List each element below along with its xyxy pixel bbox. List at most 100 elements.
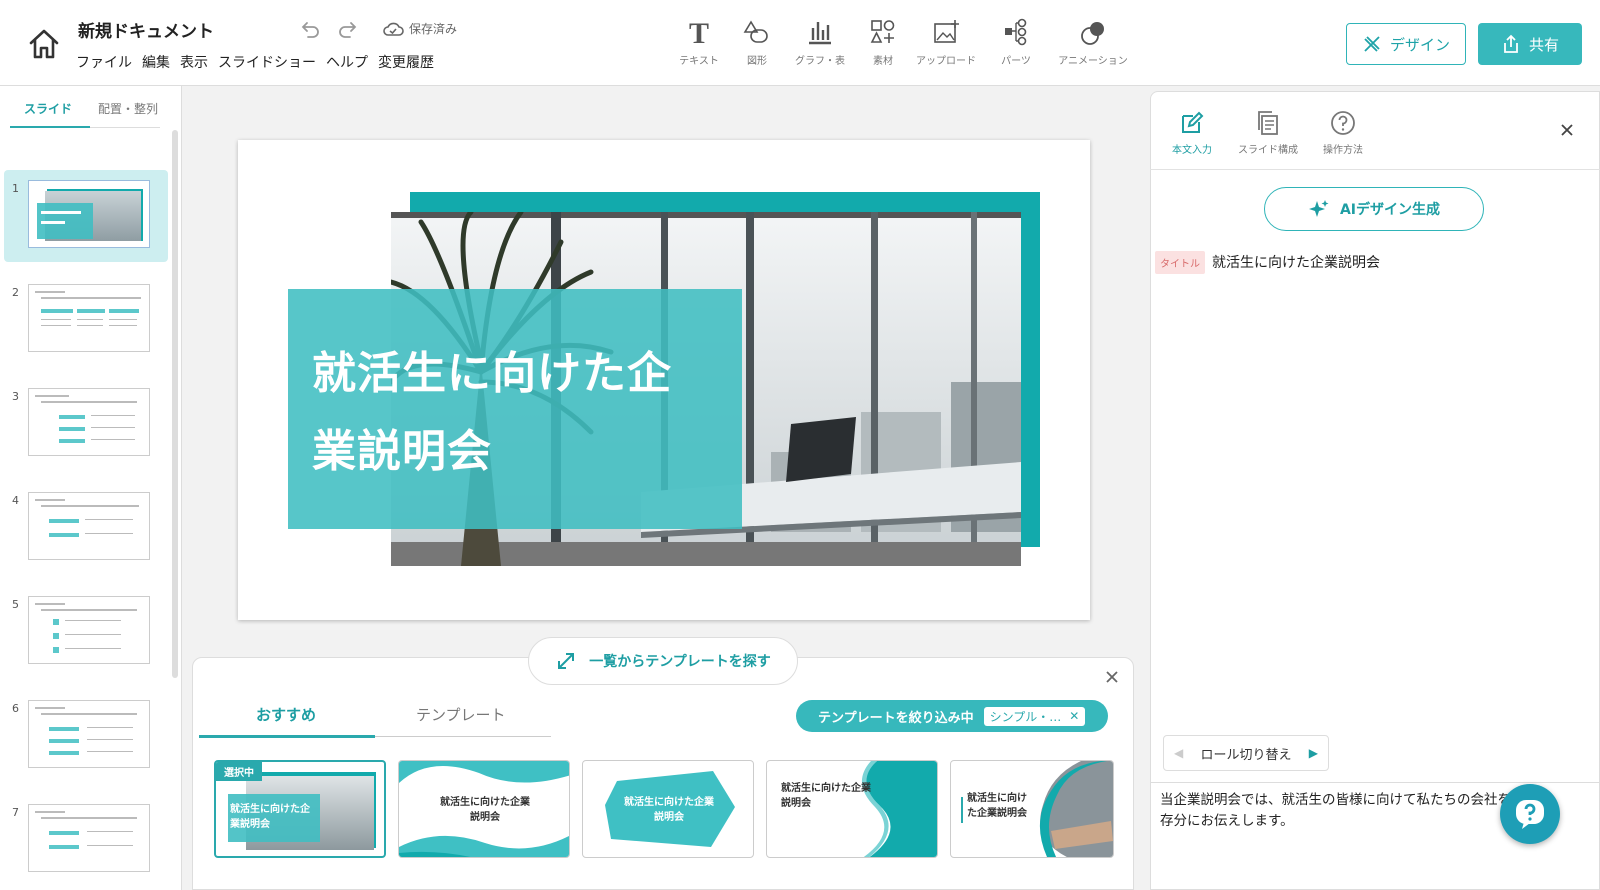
cloud-check-icon: [382, 21, 404, 37]
tab-how-to[interactable]: 操作方法: [1308, 110, 1378, 156]
card-title: 就活生に向けた企業 説明会: [624, 797, 714, 823]
ai-button-label: AIデザイン生成: [1339, 202, 1441, 218]
card-title: 就活生に向けた企業 説明会: [781, 783, 871, 809]
tool-parts[interactable]: パーツ: [983, 18, 1049, 67]
template-card-5[interactable]: 就活生に向け た企業説明会: [950, 760, 1114, 858]
role-switch[interactable]: ◀ ロール切り替え ▶: [1163, 735, 1329, 771]
design-tools-icon: [1362, 34, 1382, 54]
expand-icon: [555, 650, 577, 672]
slide-thumbnail-4[interactable]: 4: [4, 482, 168, 574]
close-icon[interactable]: [1560, 123, 1574, 137]
save-status: 保存済み: [382, 20, 457, 37]
tab-label: スライド構成: [1238, 145, 1298, 156]
title-text-entry[interactable]: 就活生に向けた企業説明会: [1212, 252, 1380, 272]
slide-list-scrollbar[interactable]: [172, 130, 178, 678]
slide-title[interactable]: 就活生に向けた企 業説明会: [312, 335, 732, 491]
upload-image-icon: [932, 18, 960, 52]
text-icon: T: [685, 18, 713, 52]
tool-label: パーツ: [1001, 56, 1031, 67]
design-button[interactable]: デザイン: [1346, 23, 1466, 65]
ai-design-button[interactable]: AIデザイン生成: [1264, 187, 1484, 231]
chart-icon: [806, 18, 834, 52]
slide-thumbnail-2[interactable]: 2: [4, 274, 168, 366]
animation-icon: [1079, 18, 1107, 52]
tool-shapes[interactable]: 図形: [724, 18, 790, 67]
remove-filter-icon[interactable]: ✕: [1069, 709, 1079, 723]
document-title[interactable]: 新規ドキュメント: [78, 17, 214, 42]
panel-divider: [1150, 782, 1600, 783]
undo-icon[interactable]: [300, 18, 322, 40]
menu-file[interactable]: ファイル: [76, 52, 132, 72]
filter-chip-label: シンプル・…: [989, 709, 1062, 724]
sparkle-icon: [1308, 198, 1330, 220]
role-switch-label: ロール切り替え: [1200, 747, 1292, 763]
slide-thumbnail-5[interactable]: 5: [4, 586, 168, 678]
slide-thumbnail-1[interactable]: 1: [4, 170, 168, 262]
menu-history[interactable]: 変更履歴: [378, 52, 434, 72]
slide-number: 6: [12, 702, 19, 715]
find-template-button[interactable]: 一覧からテンプレートを探す: [528, 637, 798, 685]
tab-recommended[interactable]: おすすめ: [256, 704, 316, 725]
tab-arrange[interactable]: 配置・整列: [98, 100, 158, 117]
design-button-label: デザイン: [1389, 35, 1450, 54]
filter-chip[interactable]: シンプル・… ✕: [983, 706, 1086, 726]
shapes-icon: [743, 18, 771, 52]
tab-templates[interactable]: テンプレート: [416, 704, 506, 725]
thumbnail-preview: [28, 284, 150, 352]
menu-edit[interactable]: 編集: [142, 52, 170, 72]
thumbnail-preview: [28, 596, 150, 664]
tab-label: 本文入力: [1172, 145, 1212, 156]
template-filter[interactable]: テンプレートを絞り込み中 シンプル・… ✕: [796, 700, 1108, 732]
slide-number: 1: [12, 182, 19, 195]
title-role-tag: タイトル: [1155, 251, 1205, 274]
tab-active-indicator: [10, 126, 90, 128]
slide-number: 5: [12, 598, 19, 611]
redo-icon[interactable]: [336, 18, 358, 40]
template-card-1[interactable]: 選択中 就活生に向けた企 業説明会: [214, 760, 386, 858]
tab-slide-structure[interactable]: スライド構成: [1233, 110, 1303, 156]
close-icon[interactable]: [1104, 669, 1120, 685]
slide-thumbnail-7[interactable]: 7: [4, 794, 168, 886]
slide-title-line-1: 就活生に向けた企: [312, 348, 672, 399]
tool-label: アップロード: [916, 56, 976, 67]
tool-chart[interactable]: グラフ・表: [787, 18, 853, 67]
thumbnail-preview: [28, 700, 150, 768]
card-title: 就活生に向け た企業説明会: [967, 793, 1027, 819]
thumbnail-preview: [28, 180, 150, 248]
slide-number: 4: [12, 494, 19, 507]
menu-slideshow[interactable]: スライドショー: [218, 52, 316, 72]
tab-body-input[interactable]: 本文入力: [1157, 110, 1227, 156]
slide-thumbnail-6[interactable]: 6: [4, 690, 168, 782]
menu-help[interactable]: ヘルプ: [326, 52, 368, 72]
slide-title-line-2: 業説明会: [312, 426, 492, 477]
home-icon[interactable]: [26, 26, 62, 62]
find-template-label: 一覧からテンプレートを探す: [589, 654, 771, 670]
tab-slides[interactable]: スライド: [24, 100, 72, 117]
menu-view[interactable]: 表示: [180, 52, 208, 72]
tool-label: グラフ・表: [795, 56, 845, 67]
thumbnail-preview: [28, 492, 150, 560]
help-chat-button[interactable]: [1500, 784, 1560, 844]
save-status-label: 保存済み: [409, 22, 458, 36]
tool-label: アニメーション: [1058, 56, 1128, 67]
tool-text[interactable]: T テキスト: [666, 18, 732, 67]
template-card-2[interactable]: 就活生に向けた企業 説明会: [398, 760, 570, 858]
tool-upload[interactable]: アップロード: [913, 18, 979, 67]
template-card-4[interactable]: 就活生に向けた企業 説明会: [766, 760, 938, 858]
tool-label: 素材: [873, 56, 893, 67]
tool-assets[interactable]: 素材: [850, 18, 916, 67]
tool-animation[interactable]: アニメーション: [1053, 18, 1133, 67]
help-question-icon: [1512, 796, 1548, 832]
menu-bar: ファイル 編集 表示 スライドショー ヘルプ 変更履歴: [76, 52, 434, 72]
tab-label: 操作方法: [1323, 145, 1363, 156]
tool-label: テキスト: [679, 56, 719, 67]
share-button[interactable]: 共有: [1478, 23, 1582, 65]
tool-label: 図形: [747, 56, 767, 67]
slide-thumbnail-3[interactable]: 3: [4, 378, 168, 470]
prev-role-icon[interactable]: ◀: [1174, 746, 1183, 760]
share-button-label: 共有: [1528, 35, 1559, 54]
template-card-3[interactable]: 就活生に向けた企業 説明会: [582, 760, 754, 858]
assets-icon: [869, 18, 897, 52]
next-role-icon[interactable]: ▶: [1309, 746, 1318, 760]
selected-badge: 選択中: [216, 762, 262, 781]
